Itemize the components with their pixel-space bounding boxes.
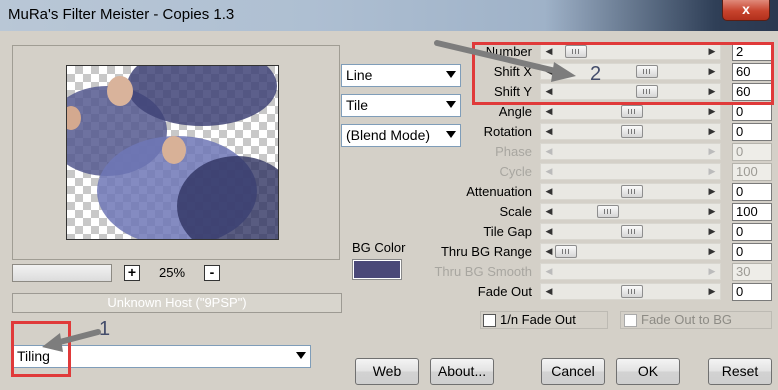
annotation-arrows [42,40,576,352]
arrow-icon [42,329,101,352]
arrow-icon [434,40,576,82]
